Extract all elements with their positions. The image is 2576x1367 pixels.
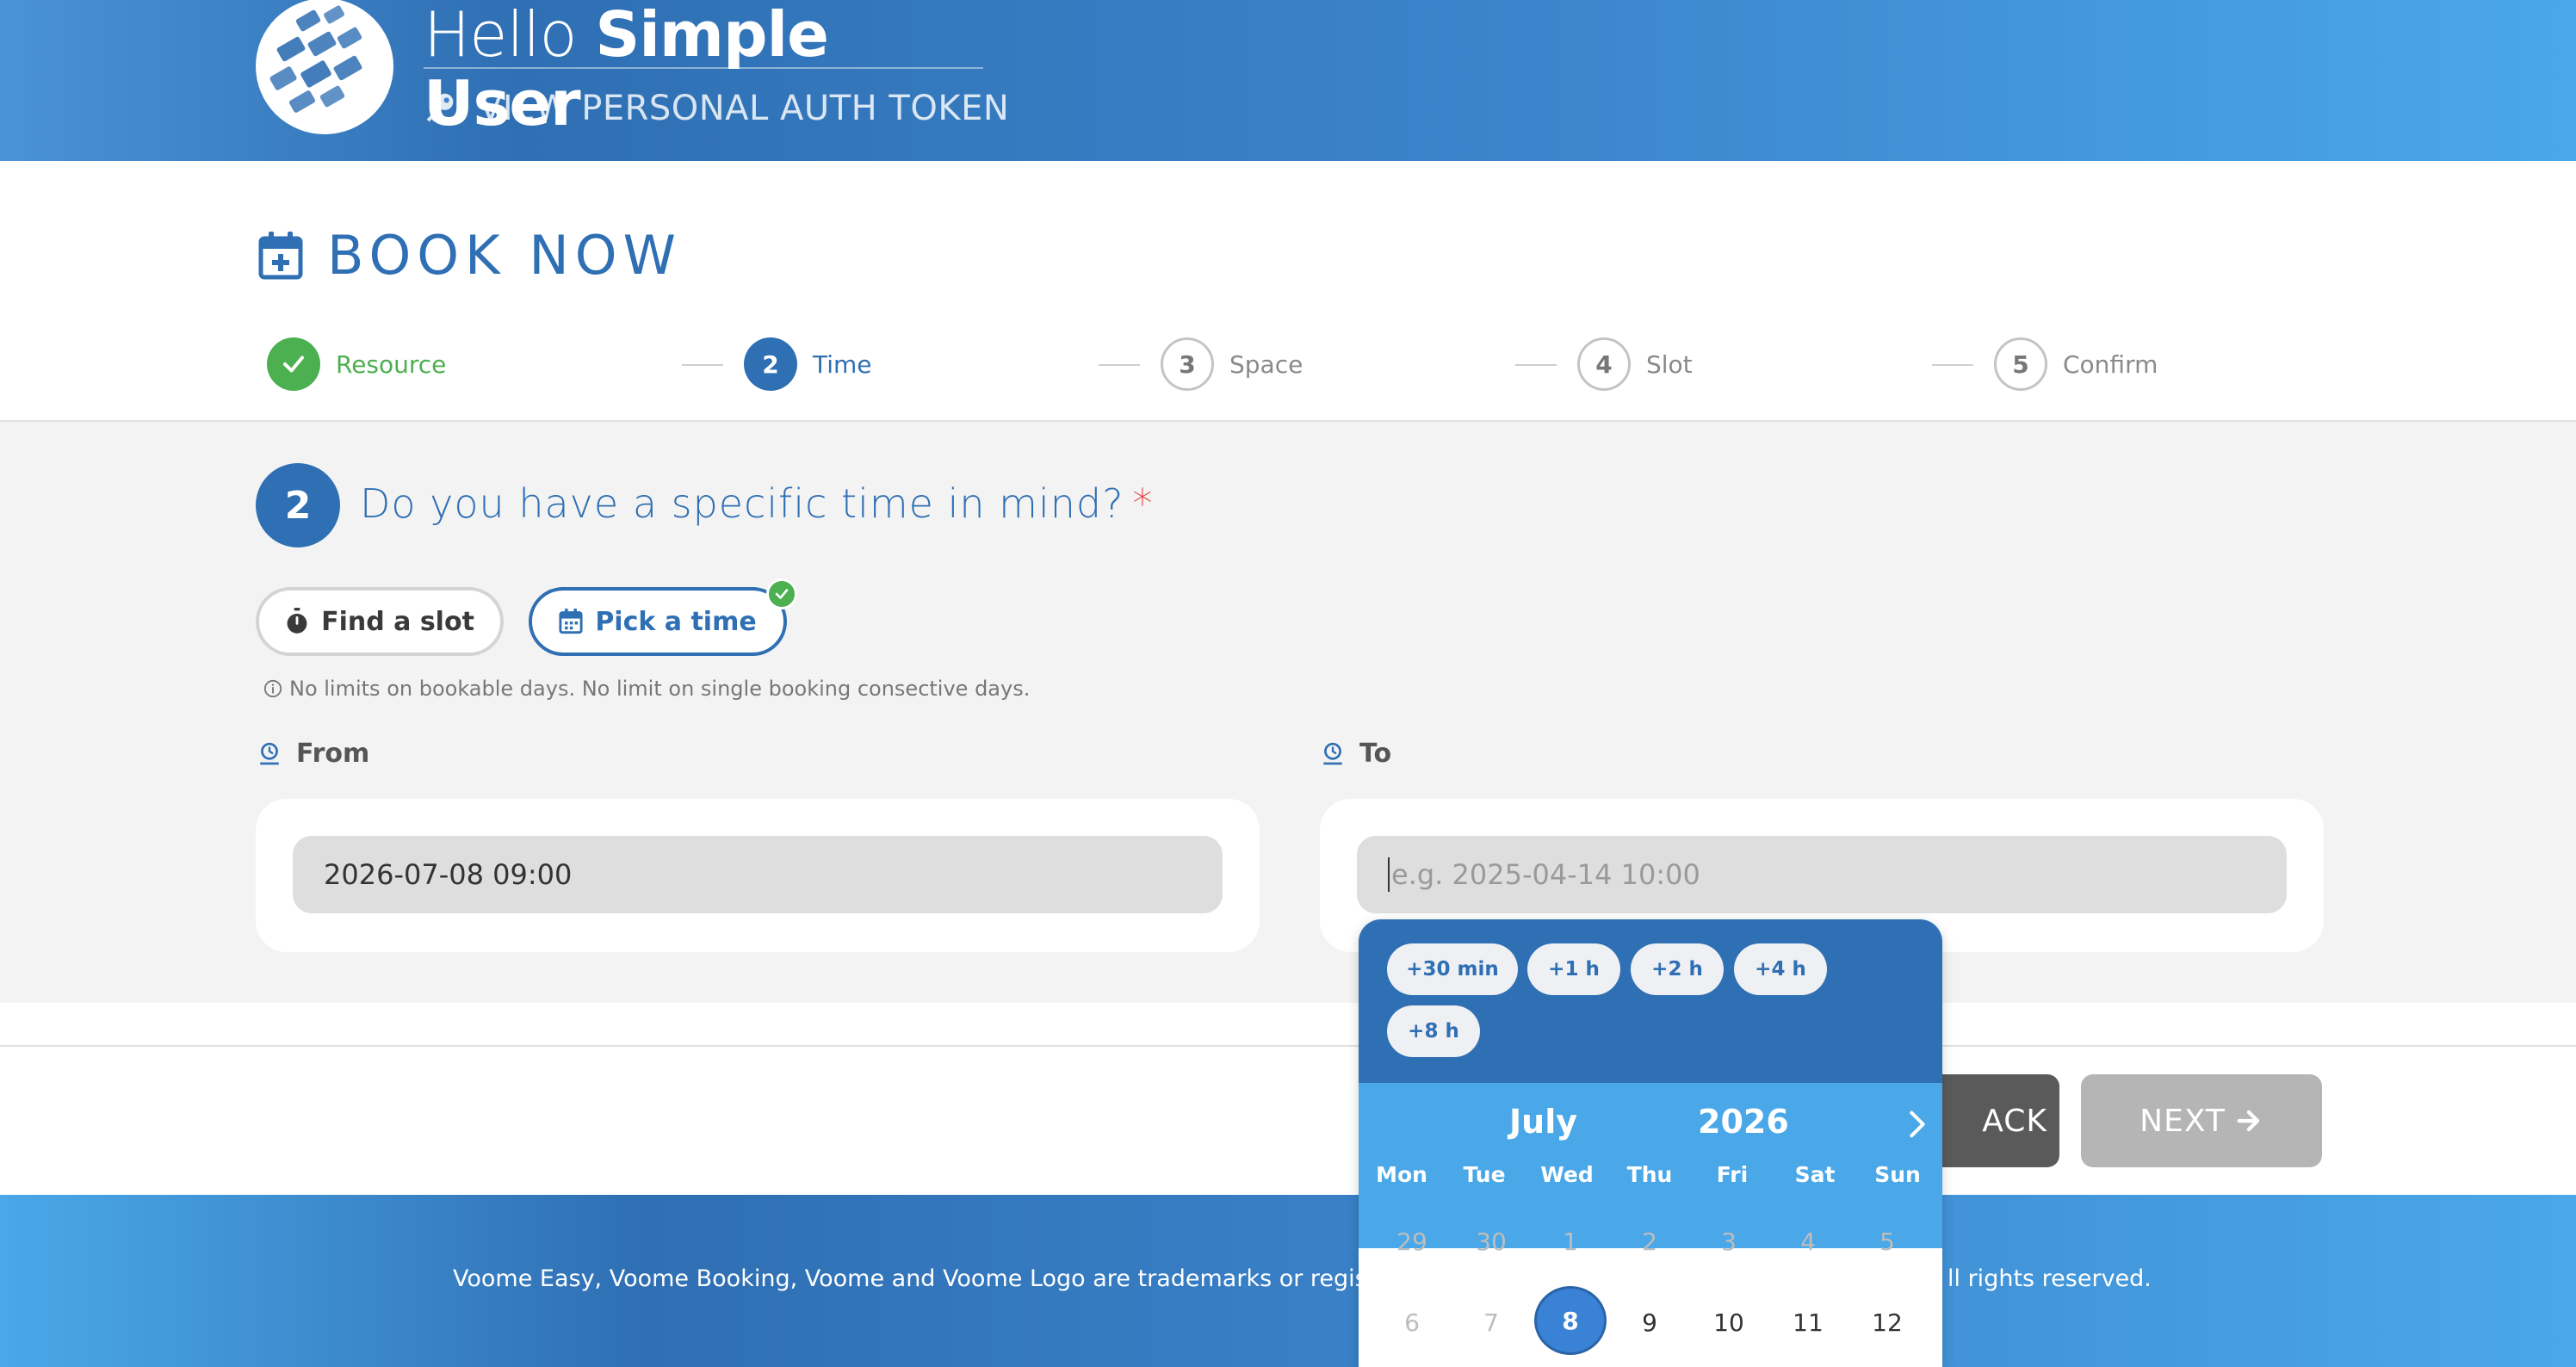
divider	[0, 1045, 2576, 1047]
calendar-day[interactable]: 7	[1457, 1308, 1526, 1337]
quick-add-2h[interactable]: +2 h	[1631, 943, 1724, 995]
footer-text-end: ll rights reserved.	[1947, 1265, 2152, 1292]
auth-token-link[interactable]: VIEW PERSONAL AUTH TOKEN	[420, 84, 1009, 133]
year-select[interactable]: 2026	[1698, 1103, 1789, 1141]
to-input[interactable]: e.g. 2025-04-14 10:00	[1357, 836, 2287, 913]
calendar-day[interactable]: 11	[1774, 1308, 1842, 1337]
question-label: Do you have a specific time in mind?	[360, 480, 1124, 527]
calendar-day[interactable]: 5	[1853, 1228, 1922, 1256]
step-label: Resource	[336, 349, 447, 379]
calendar-day[interactable]: 9	[1615, 1308, 1684, 1337]
weekday-label: Sun	[1874, 1162, 1921, 1187]
required-mark: *	[1132, 480, 1154, 527]
step-separator	[682, 364, 723, 366]
step-space[interactable]: 3 Space	[1161, 337, 1303, 391]
arrow-right-icon	[2237, 1110, 2260, 1132]
quick-add-4h[interactable]: +4 h	[1734, 943, 1827, 995]
to-placeholder: e.g. 2025-04-14 10:00	[1391, 858, 1700, 891]
calendar-plus-icon	[258, 231, 303, 279]
greeting-heading: Hello Simple User	[424, 0, 983, 138]
page-title: BOOK NOW	[258, 224, 682, 287]
step-label: Time	[813, 349, 872, 379]
selected-badge	[766, 578, 797, 609]
calendar-day[interactable]: 10	[1694, 1308, 1763, 1337]
step-number: 5	[1994, 337, 2047, 391]
calendar-day[interactable]: 3	[1694, 1228, 1763, 1256]
pick-time-button[interactable]: Pick a time	[529, 578, 797, 656]
pick-time-label: Pick a time	[595, 606, 757, 637]
calendar-day[interactable]: 2	[1615, 1228, 1684, 1256]
check-icon	[775, 589, 789, 599]
info-icon	[263, 679, 282, 698]
logo-icon	[269, 5, 362, 113]
calendar-day[interactable]: 6	[1378, 1308, 1446, 1337]
text-caret	[1388, 857, 1390, 892]
from-label: From	[258, 739, 369, 769]
step-label: Space	[1229, 349, 1303, 379]
step-confirm[interactable]: 5 Confirm	[1994, 337, 2158, 391]
weekday-label: Sat	[1794, 1162, 1836, 1187]
find-slot-label: Find a slot	[321, 606, 474, 637]
weekday-label: Mon	[1376, 1162, 1427, 1187]
step-separator	[1515, 364, 1557, 366]
calendar-day[interactable]: 12	[1853, 1308, 1922, 1337]
find-slot-button[interactable]: Find a slot	[256, 587, 504, 656]
weekday-label: Thu	[1626, 1162, 1673, 1187]
step-separator	[1932, 364, 1973, 366]
step-slot[interactable]: 4 Slot	[1577, 337, 1693, 391]
footer-text: Voome Easy, Voome Booking, Voome and Voo…	[453, 1265, 1429, 1292]
weekday-label: Fri	[1716, 1162, 1749, 1187]
header: Hello Simple User VIEW PERSONAL AUTH TOK…	[0, 0, 2576, 161]
from-card: 2026-07-08 09:00	[256, 799, 1260, 952]
weekday-label: Wed	[1540, 1162, 1594, 1187]
key-icon	[426, 93, 454, 122]
greeting-text: Hello	[424, 0, 577, 71]
logo	[256, 0, 393, 134]
info-text: No limits on bookable days. No limit on …	[289, 677, 1031, 701]
stopwatch-icon	[287, 608, 307, 634]
calendar-day[interactable]: 4	[1774, 1228, 1842, 1256]
step-number: 3	[1161, 337, 1214, 391]
date-picker-popup: +30 min +1 h +2 h +4 h +8 h July 2026 Mo…	[1359, 919, 1942, 1367]
next-month-icon[interactable]	[1904, 1107, 1930, 1141]
question-number: 2	[256, 463, 340, 547]
weekday-label: Tue	[1463, 1162, 1506, 1187]
calendar-day-selected[interactable]: 8	[1534, 1286, 1607, 1355]
calendar-day[interactable]: 1	[1536, 1228, 1605, 1256]
quick-add-1h[interactable]: +1 h	[1527, 943, 1620, 995]
from-input[interactable]: 2026-07-08 09:00	[293, 836, 1223, 913]
footer: Voome Easy, Voome Booking, Voome and Voo…	[0, 1195, 2576, 1367]
step-number: 4	[1577, 337, 1631, 391]
step-label: Confirm	[2063, 349, 2158, 379]
calendar-icon	[559, 609, 583, 634]
step-resource[interactable]: Resource	[267, 337, 446, 391]
auth-token-label: VIEW PERSONAL AUTH TOKEN	[479, 89, 1010, 128]
to-label-text: To	[1359, 739, 1392, 769]
next-label: NEXT	[2139, 1103, 2226, 1139]
month-select[interactable]: July	[1509, 1103, 1577, 1141]
calendar-day[interactable]: 29	[1378, 1228, 1446, 1256]
step-label: Slot	[1646, 349, 1693, 379]
from-label-text: From	[296, 739, 370, 769]
quick-add-30min[interactable]: +30 min	[1387, 943, 1518, 995]
step-separator	[1099, 364, 1140, 366]
check-icon	[283, 356, 304, 373]
calendar-day[interactable]: 30	[1457, 1228, 1526, 1256]
question-text: Do you have a specific time in mind? *	[360, 480, 1154, 527]
quick-add-8h[interactable]: +8 h	[1387, 1005, 1480, 1057]
step-check	[267, 337, 320, 391]
info-note: No limits on bookable days. No limit on …	[263, 677, 1030, 701]
next-button[interactable]: NEXT	[2081, 1074, 2322, 1167]
clock-pin-icon	[260, 742, 279, 764]
step-time[interactable]: 2 Time	[744, 337, 872, 391]
book-now-title: BOOK NOW	[327, 224, 682, 287]
clock-pin-icon	[1323, 742, 1342, 764]
step-number: 2	[744, 337, 797, 391]
to-label: To	[1322, 739, 1391, 769]
